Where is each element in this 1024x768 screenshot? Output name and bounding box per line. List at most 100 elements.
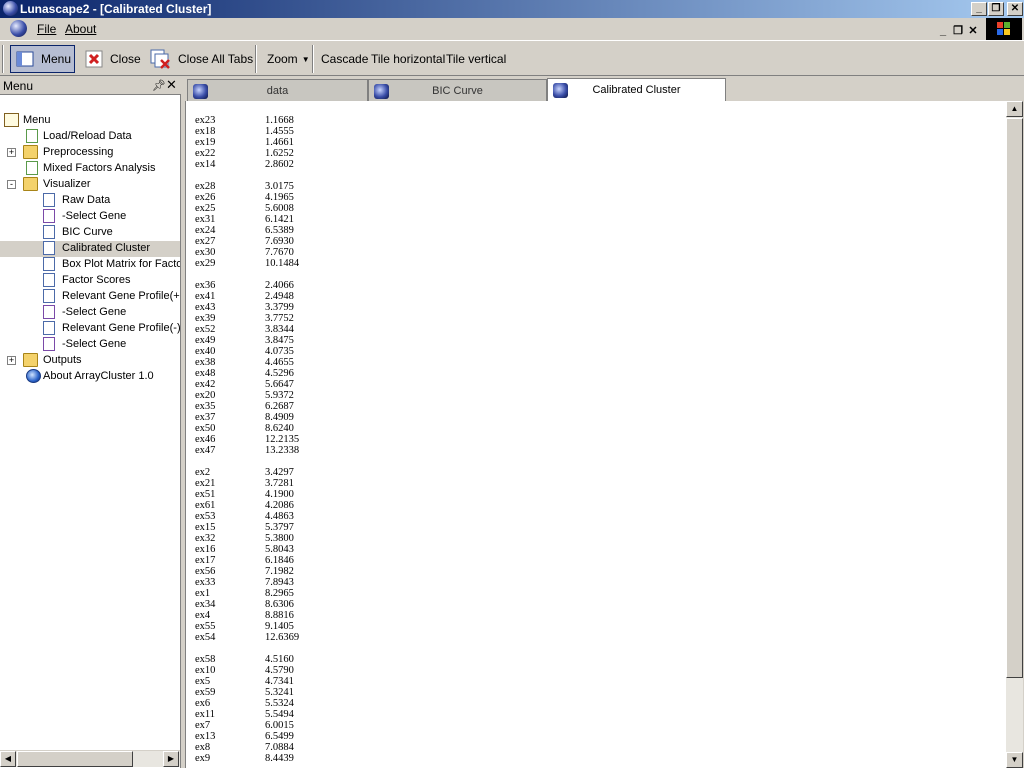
- tab-data[interactable]: data: [187, 79, 368, 101]
- cascade-button[interactable]: Cascade: [317, 45, 372, 73]
- pin-icon[interactable]: 📌︎: [152, 79, 166, 92]
- tree-item-label: About ArrayCluster 1.0: [43, 370, 154, 382]
- scroll-up-icon[interactable]: ▲: [1006, 101, 1023, 117]
- tree-item[interactable]: Raw Data: [0, 193, 180, 209]
- sample-value: 8.2965: [265, 588, 294, 599]
- sample-value: 2.4948: [265, 291, 294, 302]
- scroll-down-icon[interactable]: ▼: [1006, 752, 1023, 768]
- sample-name: ex53: [195, 511, 216, 522]
- sample-name: ex34: [195, 599, 216, 610]
- tab-label: BIC Curve: [432, 85, 483, 97]
- sample-value: 6.1846: [265, 555, 294, 566]
- close-all-tabs-button[interactable]: Close All Tabs: [146, 45, 257, 73]
- sample-value: 8.4909: [265, 412, 294, 423]
- sample-name: ex28: [195, 181, 216, 192]
- tree-item[interactable]: Calibrated Cluster: [0, 241, 180, 257]
- sample-name: ex18: [195, 126, 216, 137]
- tree-item-label: Raw Data: [62, 194, 111, 206]
- tree-item[interactable]: - Visualizer: [0, 177, 180, 193]
- tree-item[interactable]: Relevant Gene Profile(-): [0, 321, 180, 337]
- sample-name: ex14: [195, 159, 216, 170]
- zoom-dropdown[interactable]: Zoom ▼: [263, 45, 314, 73]
- mdi-close-icon[interactable]: ✕: [967, 26, 979, 38]
- scroll-thumb[interactable]: [17, 751, 133, 767]
- expand-icon[interactable]: +: [7, 148, 16, 157]
- scroll-right-icon[interactable]: ▶: [163, 751, 179, 767]
- panel-close-icon[interactable]: ✕: [166, 77, 177, 93]
- sample-value: 8.8816: [265, 610, 294, 621]
- close-icon[interactable]: ✕: [1007, 2, 1023, 16]
- sample-name: ex19: [195, 137, 216, 148]
- tab-label: Calibrated Cluster: [592, 84, 681, 96]
- green-page-icon: [26, 161, 38, 175]
- sample-name: ex36: [195, 280, 216, 291]
- toolbar: Menu Close Close All Tabs Zoom ▼ Cascade…: [0, 40, 1024, 76]
- sample-name: ex7: [195, 720, 211, 731]
- restore-icon[interactable]: ❐: [988, 2, 1004, 16]
- sample-value: 12.2135: [265, 434, 300, 445]
- expand-icon[interactable]: +: [7, 356, 16, 365]
- sample-value: 3.8475: [265, 335, 294, 346]
- sample-name: ex48: [195, 368, 216, 379]
- tree-item[interactable]: Menu: [0, 113, 180, 129]
- sample-name: ex30: [195, 247, 216, 258]
- sample-value: 4.1900: [265, 489, 294, 500]
- scroll-thumb[interactable]: [1006, 118, 1023, 678]
- sample-name: ex26: [195, 192, 216, 203]
- tree-item[interactable]: -Select Gene: [0, 305, 180, 321]
- tab-label: data: [266, 85, 289, 97]
- tab-calibrated-cluster[interactable]: Calibrated Cluster: [547, 78, 726, 101]
- collapse-icon[interactable]: -: [7, 180, 16, 189]
- tree-item-label: Menu: [23, 114, 51, 126]
- sample-value: 5.3797: [265, 522, 294, 533]
- toolbar-separator: [255, 45, 257, 73]
- tree-item[interactable]: Factor Scores: [0, 273, 180, 289]
- tree-item[interactable]: Relevant Gene Profile(+: [0, 289, 180, 305]
- tree-item[interactable]: -Select Gene: [0, 209, 180, 225]
- menu-file[interactable]: File: [37, 22, 56, 36]
- tree-item[interactable]: Box Plot Matrix for Facto: [0, 257, 180, 273]
- sample-name: ex42: [195, 379, 216, 390]
- tree-item[interactable]: About ArrayCluster 1.0: [0, 369, 180, 385]
- tree-item[interactable]: + Preprocessing: [0, 145, 180, 161]
- panel-title: Menu: [3, 79, 34, 93]
- tree-item[interactable]: Load/Reload Data: [0, 129, 180, 145]
- tree-item[interactable]: Mixed Factors Analysis: [0, 161, 180, 177]
- page-icon: [43, 193, 55, 207]
- sample-value: 5.6008: [265, 203, 294, 214]
- sample-value: 3.0175: [265, 181, 294, 192]
- sample-name: ex1: [195, 588, 211, 599]
- menu-toggle-button[interactable]: Menu: [10, 45, 75, 73]
- folder-icon: [23, 145, 38, 159]
- vertical-scrollbar[interactable]: ▲ ▼: [1006, 101, 1023, 768]
- green-page-icon: [26, 129, 38, 143]
- menu-bar: File About _ ❐ ✕: [0, 18, 1024, 40]
- sample-name: ex47: [195, 445, 216, 456]
- horizontal-scrollbar[interactable]: ◀ ▶: [0, 750, 180, 767]
- close-button[interactable]: Close: [80, 45, 145, 73]
- mdi-minimize-icon[interactable]: _: [937, 26, 949, 38]
- scroll-left-icon[interactable]: ◀: [0, 751, 16, 767]
- tab-bic-curve[interactable]: BIC Curve: [368, 79, 547, 101]
- document-icon[interactable]: [10, 20, 27, 37]
- tree-item-label: Factor Scores: [62, 274, 131, 286]
- sample-name: ex40: [195, 346, 216, 357]
- menu-about[interactable]: About: [65, 22, 96, 36]
- title-bar: Lunascape2 - [Calibrated Cluster] _ ❐ ✕: [0, 0, 1024, 18]
- app-icon[interactable]: [3, 1, 18, 16]
- sample-value: 8.6240: [265, 423, 294, 434]
- mdi-restore-icon[interactable]: ❐: [952, 26, 964, 38]
- tile-horizontal-button[interactable]: Tile horizontal: [367, 45, 449, 73]
- sample-name: ex25: [195, 203, 216, 214]
- sample-name: ex27: [195, 236, 216, 247]
- sample-name: ex17: [195, 555, 216, 566]
- windows-logo-icon: [986, 18, 1022, 40]
- tile-vertical-button[interactable]: Tile vertical: [442, 45, 510, 73]
- tree-item[interactable]: BIC Curve: [0, 225, 180, 241]
- minimize-icon[interactable]: _: [971, 2, 987, 16]
- sample-name: ex54: [195, 632, 216, 643]
- tree-item[interactable]: -Select Gene: [0, 337, 180, 353]
- tree-item[interactable]: + Outputs: [0, 353, 180, 369]
- cluster-content: ex23 1.1668 ex18 1.4555 ex19 1.4661 ex22 1.6252…: [185, 101, 1006, 768]
- close-tab-icon: [84, 49, 104, 69]
